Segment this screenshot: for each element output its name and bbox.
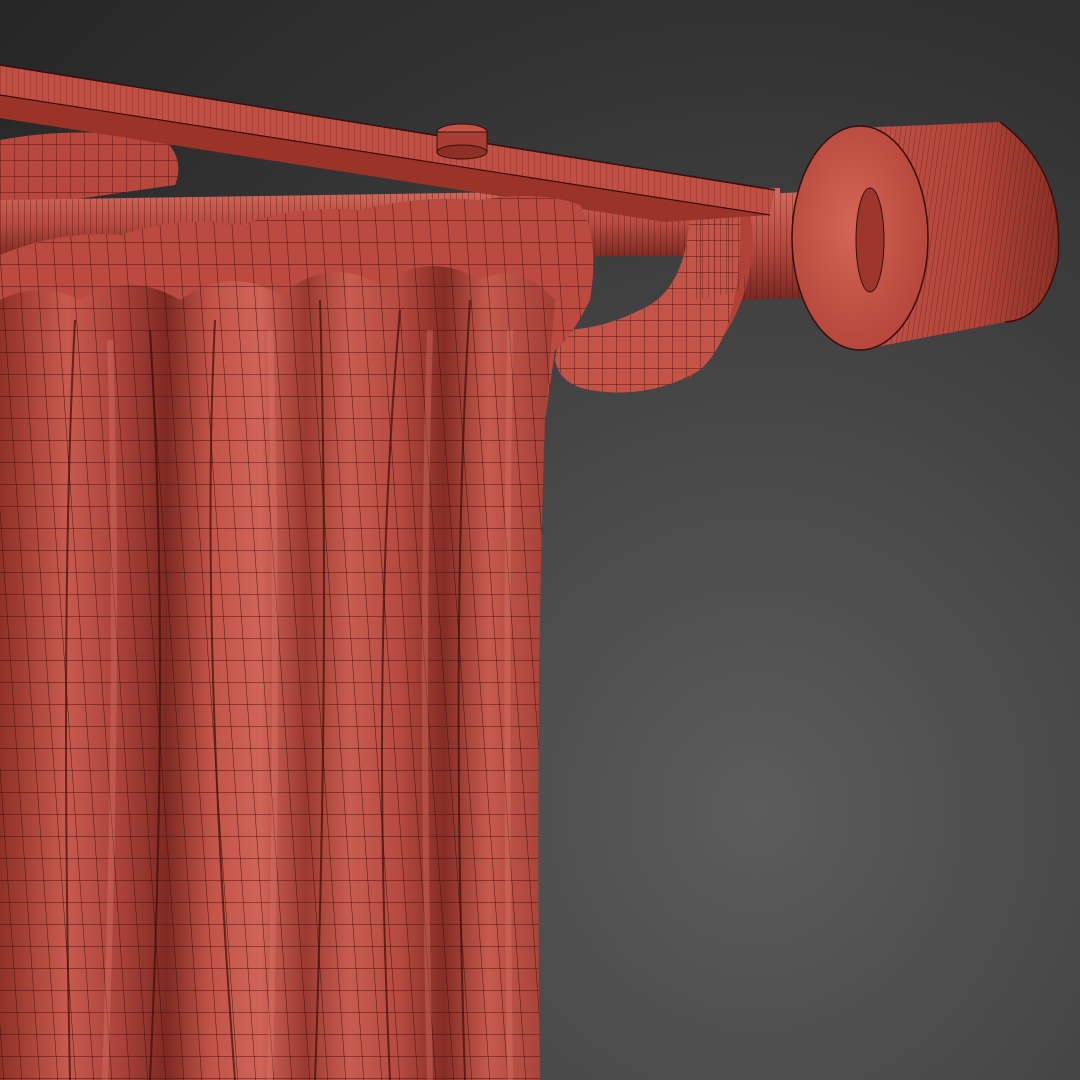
- drapery-curtain: [0, 196, 594, 1080]
- 3d-viewport[interactable]: [0, 0, 1080, 1080]
- scene-canvas: [0, 64, 1060, 1080]
- rod-finial: [791, 121, 1060, 351]
